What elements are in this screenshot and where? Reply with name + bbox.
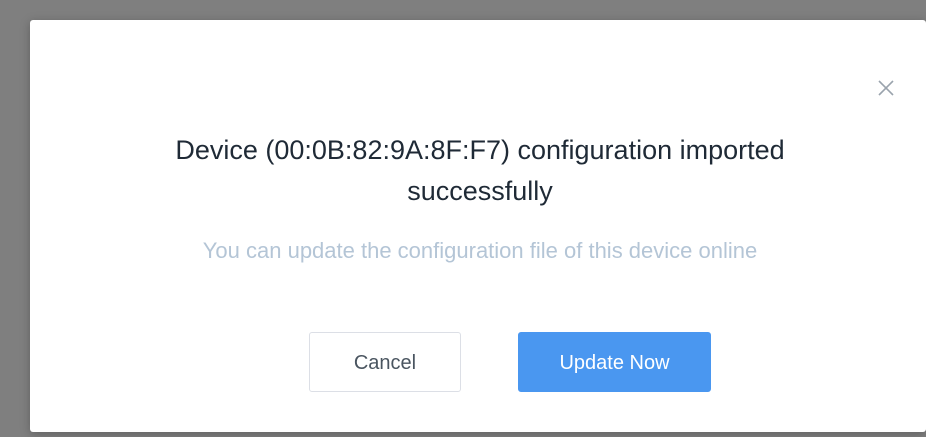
import-success-dialog: Device (00:0B:82:9A:8F:F7) configuration… bbox=[30, 20, 926, 432]
close-button[interactable] bbox=[876, 78, 896, 98]
dialog-title-line-2: successfully bbox=[407, 176, 553, 206]
update-now-button[interactable]: Update Now bbox=[518, 332, 711, 392]
dialog-title-line-1: Device (00:0B:82:9A:8F:F7) configuration… bbox=[175, 135, 785, 165]
close-icon bbox=[878, 80, 894, 96]
cancel-button[interactable]: Cancel bbox=[309, 332, 461, 392]
dialog-subtitle: You can update the configuration file of… bbox=[202, 238, 758, 263]
dialog-title: Device (00:0B:82:9A:8F:F7) configuration… bbox=[30, 130, 926, 212]
